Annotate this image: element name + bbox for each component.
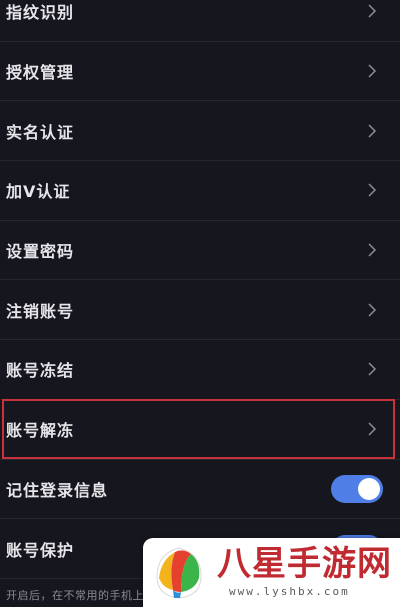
settings-item-label: 加V认证 [6,182,71,202]
watermark: 八星手游网 www.lyshbx.com [143,538,400,607]
watermark-site: www.lyshbx.com [229,585,350,598]
account-protection-note: 开启后，在不常用的手机上 [6,589,144,602]
chevron-right-icon [364,182,380,198]
chevron-right-icon [364,3,380,19]
settings-item-label: 实名认证 [6,122,75,142]
settings-item-authorization[interactable]: 授权管理 [0,41,400,102]
toggle-knob [358,477,380,500]
watermark-logo-icon [156,547,202,599]
chevron-right-icon [364,242,380,258]
chevron-right-icon [364,421,380,437]
settings-list: 指纹识别 授权管理 实名认证 加V认证 设置密码 注销账号 账号冻结 账号解冻 … [0,0,400,579]
settings-item-label: 账号解冻 [6,421,75,441]
settings-item-v-verification[interactable]: 加V认证 [0,161,400,221]
settings-item-fingerprint[interactable]: 指纹识别 [0,0,400,42]
settings-item-set-password[interactable]: 设置密码 [0,220,400,281]
settings-item-label: 记住登录信息 [6,480,109,500]
settings-item-label: 设置密码 [6,242,75,262]
settings-item-label: 授权管理 [6,63,75,83]
settings-item-label: 指纹识别 [6,3,75,23]
chevron-right-icon [364,302,380,318]
chevron-right-icon [364,123,380,139]
settings-item-label: 注销账号 [6,301,75,321]
settings-item-real-name[interactable]: 实名认证 [0,101,400,162]
remember-login-toggle[interactable] [331,474,383,503]
settings-item-remember-login: 记住登录信息 [0,459,400,520]
chevron-right-icon [364,63,380,79]
settings-item-cancel-account[interactable]: 注销账号 [0,280,400,341]
settings-item-freeze-account[interactable]: 账号冻结 [0,340,400,400]
watermark-title: 八星手游网 [217,544,392,584]
settings-item-unfreeze-account[interactable]: 账号解冻 [0,399,400,460]
chevron-right-icon [364,361,380,377]
settings-item-label: 账号冻结 [6,361,75,381]
